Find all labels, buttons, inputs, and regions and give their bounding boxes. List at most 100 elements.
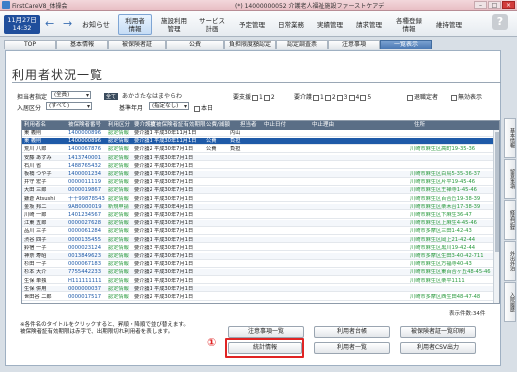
today-toggle[interactable]: 本日 — [193, 103, 213, 112]
toolbar-schedule[interactable]: 予定管理 — [235, 14, 269, 35]
today-checkbox[interactable] — [194, 105, 200, 112]
staff-filter-select[interactable]: (全員) — [51, 91, 91, 99]
notice-button[interactable]: お知らせ — [82, 20, 110, 30]
header-staff[interactable]: 担当者 — [240, 121, 257, 130]
insurance-list-print-button[interactable]: 被保険者証一覧印刷 — [400, 326, 476, 338]
user-register-button[interactable]: 利用者台帳 — [314, 326, 390, 338]
user-list-button[interactable]: 利用者一覧 — [314, 342, 390, 354]
table-row[interactable]: 生保 併用 0000000037 認定情報 要介護1 平成30年7月1日 — [22, 285, 499, 293]
cell-name: 世田谷 二郎 — [24, 294, 52, 300]
header-expiry[interactable]: 被保険者証有効期限 — [156, 121, 206, 130]
caution-list-button[interactable]: 注意事項一覧 — [228, 326, 304, 338]
tab-top[interactable]: TOP — [4, 40, 56, 49]
header-public[interactable]: 公費/減額 — [206, 121, 230, 130]
sort-note-line-2: 被保険者証有効期限は赤字で、出期限切れ利用者を表します。 — [20, 329, 174, 335]
table-row[interactable]: 大田 三郎 0000019867 認定情報 要介護2 平成30年7月1日 川崎市麻生区王禅… — [22, 187, 499, 195]
forward-arrow-icon[interactable]: → — [63, 17, 72, 30]
care-level-filter: 要介護 1 2 3 4 5 — [294, 92, 371, 101]
table-row[interactable]: 金坂 邦二 9AB0000019 新規申請 要介護2 平成30年4月1日 川崎市麻生区栗木… — [22, 203, 499, 211]
care-checkbox-4[interactable] — [348, 94, 355, 101]
toolbar-user-info[interactable]: 利用者 情報 — [118, 14, 152, 35]
cell-category: 認定情報 — [108, 269, 129, 276]
cell-insured-id: 0000023124 — [68, 244, 102, 251]
invalid-checkbox[interactable] — [451, 94, 457, 101]
toolbar-facility-mgmt[interactable]: 施設利用 管理 — [157, 14, 191, 35]
toolbar-billing[interactable]: 請求管理 — [352, 14, 386, 35]
side-tab-outing[interactable]: 外出外泊 — [504, 241, 516, 281]
kana-letters[interactable]: あかさたなはまやらわ — [122, 93, 182, 100]
cell-category: 認定情報 — [108, 220, 129, 227]
tab-insurance-card[interactable]: 被保険者証 — [108, 40, 166, 49]
table-row[interactable]: 鈴宿 一子 0000023124 認定情報 要介護3 平成30年7月1日 川崎市麻生区黒川… — [22, 244, 499, 252]
header-address[interactable]: 住所 — [414, 121, 425, 130]
table-row[interactable]: 東 義則 1400000896 認定情報 要介護1 平成30年11月1日 内山 — [22, 130, 499, 137]
cell-expiry: 平成30年7月1日 — [154, 187, 194, 194]
cell-insured-id: 1400000896 — [68, 130, 102, 136]
toolbar-results[interactable]: 実績管理 — [313, 14, 347, 35]
cell-address: 川崎市麻生区栗木台17-38-39 — [410, 203, 481, 210]
table-row[interactable]: 杉本 大介 7755442233 認定情報 要介護2 平成30年7月1日 川崎市麻生区東百… — [22, 269, 499, 277]
cell-category: 認定情報 — [108, 130, 129, 136]
table-row[interactable]: 神奈 寿昭 0013849623 認定情報 要介護2 平成30年7月1日 川崎市多摩区生田… — [22, 253, 499, 260]
table-row[interactable]: 鎌倉 Atsushi 十十99878543 認定情報 要介護1 平成30年7月1日 川崎市… — [22, 195, 499, 203]
back-arrow-icon[interactable]: ← — [45, 17, 54, 30]
table-row[interactable]: 石川 省 1488765432 認定情報 要介護2 平成30年7月1日 — [22, 162, 499, 170]
side-tab-basic-info[interactable]: 基本情報 — [504, 118, 516, 158]
tab-basic-info[interactable]: 基本情報 — [56, 40, 108, 49]
side-tab-hospital[interactable]: 入院履歴 — [504, 282, 516, 322]
table-row[interactable]: 江東 五郎 0000027628 認定情報 要介護1 平成30年7月1日 川崎市麻生区上麻… — [22, 220, 499, 227]
invalid-toggle[interactable]: 無効表示 — [450, 92, 482, 101]
header-insured-id[interactable]: 被保険者番号 — [68, 121, 101, 130]
side-tab-notes[interactable]: 留意事項 — [504, 159, 516, 199]
deceased-checkbox[interactable] — [407, 94, 413, 101]
header-flag[interactable]: 被 — [150, 121, 156, 130]
cell-category: 認定情報 — [108, 162, 129, 169]
header-category[interactable]: 利用区分 — [108, 121, 130, 130]
toolbar-registration[interactable]: 各種登録 情報 — [392, 14, 426, 35]
table-row[interactable]: 世田谷 二郎 0000017517 認定情報 要介護2 平成30年7月1日 川崎市多摩区西… — [22, 294, 499, 301]
toolbar-daily[interactable]: 日常業務 — [274, 14, 308, 35]
entry-filter-select[interactable]: (すべて) — [46, 102, 92, 110]
close-button[interactable]: × — [502, 1, 515, 9]
care-checkbox-2[interactable] — [324, 94, 331, 101]
side-tab-progress[interactable]: 経過記録 — [504, 200, 516, 240]
table-row[interactable]: 渋谷 四子 0000135455 認定情報 要介護1 平成30年7月1日 川崎市麻生区岡上… — [22, 236, 499, 244]
user-csv-button[interactable]: 利用者CSV出力 — [400, 342, 476, 354]
header-stop-reason[interactable]: 中止理由 — [312, 121, 334, 130]
table-row[interactable]: 安藤 あずみ 1413740001 認定情報 要介護1 平成30年7月1日 — [22, 154, 499, 162]
date-filter-select[interactable]: (指定なし) — [149, 102, 189, 110]
tab-notes[interactable]: 注意事項 — [328, 40, 380, 49]
deceased-toggle[interactable]: 退職定者 — [406, 92, 438, 101]
toolbar-maintenance[interactable]: 維持管理 — [432, 14, 466, 35]
support-checkbox-2[interactable] — [263, 94, 270, 101]
care-checkbox-5[interactable] — [360, 94, 367, 101]
header-name[interactable]: 利用者名 — [24, 121, 46, 130]
toolbar-service-plan[interactable]: サービス 計画 — [195, 14, 229, 35]
tab-burden-limit[interactable]: 負担限度額認定 — [224, 40, 276, 49]
cell-category: 認定情報 — [108, 195, 129, 202]
cell-expiry: 平成30年7月1日 — [154, 162, 194, 169]
cell-category: 認定情報 — [108, 138, 129, 145]
care-checkbox-1[interactable] — [313, 94, 320, 101]
help-icon[interactable]: ? — [492, 14, 508, 30]
table-row[interactable]: 生保 単独 H111111111 認定情報 要介護1 平成30年7月1日 川崎市麻生区栗平… — [22, 278, 499, 285]
minimize-button[interactable]: – — [474, 1, 487, 9]
maximize-button[interactable]: □ — [488, 1, 501, 9]
tab-list-view[interactable]: 一覧表示 — [380, 40, 432, 49]
table-row[interactable]: 井守 宏子 0000011119 認定情報 要介護1 平成30年7月1日 川崎市麻生区片平… — [22, 179, 499, 186]
table-row[interactable]: 板橋 つや子 1400001234 認定情報 要介護1 平成30年7月1日 川崎市麻生区白… — [22, 171, 499, 178]
table-row[interactable]: 杉田 一子 0000067183 認定情報 要介護1 平成30年7月1日 川崎市麻生区万福… — [22, 261, 499, 268]
table-row[interactable]: 東 義則 1400000896 認定情報 要介護1 平成30年11月1日 公費 負担 — [22, 138, 499, 145]
scrollbar-thumb[interactable] — [495, 132, 499, 252]
tab-assessment[interactable]: 認定調査票 — [276, 40, 328, 49]
kana-all-badge[interactable]: 全て — [104, 93, 119, 100]
table-scrollbar[interactable] — [493, 130, 499, 303]
tab-public-expense[interactable]: 公費 — [166, 40, 224, 49]
header-stop-date[interactable]: 中止日付 — [264, 121, 286, 130]
table-row[interactable]: 川崎 一郎 1401234567 認定情報 要介護1 平成30年7月1日 川崎市麻生区下麻… — [22, 212, 499, 219]
care-level-5: 5 — [367, 94, 372, 101]
table-row[interactable]: 品川 三子 0000061284 認定情報 要介護1 平成30年7月1日 川崎市多摩区三田… — [22, 228, 499, 236]
table-row[interactable]: 荒川 八郎 1400067876 認定情報 要介護2 平成30年7月1日 公費 負担 川崎市麻… — [22, 146, 499, 154]
care-checkbox-3[interactable] — [336, 94, 343, 101]
support-checkbox-1[interactable] — [252, 94, 259, 101]
